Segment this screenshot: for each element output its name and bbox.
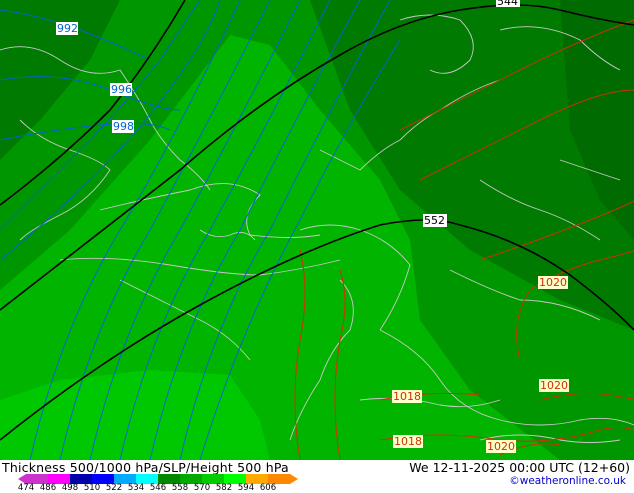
isobar-label-1020-east: 1020: [539, 276, 567, 289]
height-label-552: 552: [424, 214, 445, 227]
scale-tick-label: 558: [171, 483, 189, 493]
scale-tick-label: 582: [215, 483, 233, 493]
isobar-label-992: 992: [57, 22, 78, 35]
scale-tick-label: 510: [83, 483, 101, 493]
scale-tick-label: 498: [61, 483, 79, 493]
isobar-label-998: 998: [113, 120, 134, 133]
isobar-label-1018-lower: 1018: [394, 435, 422, 448]
isobar-label-1020-se: 1020: [540, 379, 568, 392]
scale-tick-label: 606: [259, 483, 277, 493]
scale-tick-label: 594: [237, 483, 255, 493]
scale-tick-label: 486: [39, 483, 57, 493]
scale-tick-label: 570: [193, 483, 211, 493]
height-label-544: 544: [497, 0, 518, 8]
scale-tick-label: 534: [127, 483, 145, 493]
weather-map: 992 996 998 1020 1020 1018 1018 1020 552…: [0, 0, 634, 460]
scale-tick-label: 474: [17, 483, 35, 493]
isobar-label-1018-upper: 1018: [393, 390, 421, 403]
credit-link[interactable]: ©weatheronline.co.uk: [509, 475, 626, 487]
scale-tick-label: 522: [105, 483, 123, 493]
isobar-label-996: 996: [111, 83, 132, 96]
valid-datetime: We 12-11-2025 00:00 UTC (12+60): [409, 460, 630, 475]
map-footer: Thickness 500/1000 hPa/SLP/Height 500 hP…: [0, 460, 634, 493]
isobar-label-1020-south: 1020: [487, 440, 515, 453]
map-title: Thickness 500/1000 hPa/SLP/Height 500 hP…: [2, 460, 289, 475]
scale-tick-label: 546: [149, 483, 167, 493]
